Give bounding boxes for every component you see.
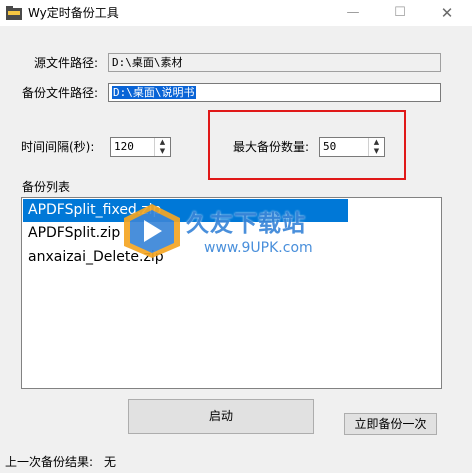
interval-up-arrow-icon[interactable]: ▲ (155, 138, 170, 147)
backup-path-value: D:\桌面\说明书 (112, 86, 196, 99)
backup-path-field[interactable]: D:\桌面\说明书 (108, 83, 441, 102)
maximize-button[interactable]: ☐ (377, 0, 423, 26)
backup-list-label: 备份列表 (22, 180, 71, 194)
max-count-value: 50 (323, 140, 337, 153)
last-backup-label: 上一次备份结果: (5, 455, 94, 469)
last-backup-value: 无 (104, 455, 117, 469)
max-count-spinner[interactable]: 50 ▲ ▼ (319, 137, 385, 157)
close-button[interactable]: ✕ (424, 0, 470, 26)
watermark-logo-icon (124, 204, 180, 258)
source-path-field[interactable]: D:\桌面\素材 (108, 53, 441, 72)
folder-icon (6, 6, 22, 20)
interval-label: 时间间隔(秒): (21, 140, 95, 154)
watermark-url: www.9UPK.com (204, 240, 313, 256)
source-path-label: 源文件路径: (34, 56, 99, 70)
minimize-button[interactable]: — (330, 0, 376, 26)
backup-now-button[interactable]: 立即备份一次 (344, 413, 437, 435)
title-bar: Wy定时备份工具 — ☐ ✕ (0, 0, 472, 26)
max-count-label: 最大备份数量: (233, 140, 310, 154)
watermark-name: 久友下载站 (186, 211, 306, 237)
window-title: Wy定时备份工具 (28, 6, 119, 20)
interval-spinner-arrows: ▲ ▼ (154, 138, 170, 156)
max-count-up-arrow-icon[interactable]: ▲ (369, 138, 384, 147)
backup-path-label: 备份文件路径: (22, 86, 99, 100)
source-path-value: D:\桌面\素材 (112, 56, 183, 69)
interval-spinner[interactable]: 120 ▲ ▼ (110, 137, 171, 157)
max-count-down-arrow-icon[interactable]: ▼ (369, 147, 384, 156)
max-count-spinner-arrows: ▲ ▼ (368, 138, 384, 156)
interval-value: 120 (114, 140, 134, 153)
start-button[interactable]: 启动 (128, 399, 314, 434)
watermark: 久友下载站 www.9UPK.com (120, 196, 352, 268)
interval-down-arrow-icon[interactable]: ▼ (155, 147, 170, 156)
